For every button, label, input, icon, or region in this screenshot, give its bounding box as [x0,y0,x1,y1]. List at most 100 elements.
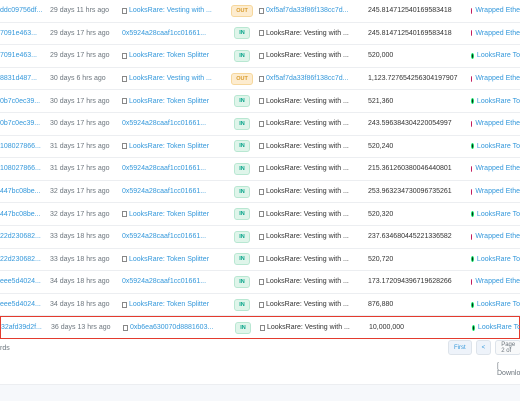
to-address-link[interactable]: LooksRare: Vesting with ... [266,278,349,285]
to-address-link[interactable]: LooksRare: Vesting with ... [266,98,349,105]
value-cell: 245.814712540169583418 [368,0,470,22]
page-indicator: Page 2 of [495,340,520,355]
age-text: 31 days 17 hrs ago [50,142,110,150]
to-address-link[interactable]: LooksRare: Vesting with ... [266,301,349,308]
download-csv-link[interactable]: [ Downlo [497,363,520,377]
token-cell: Wrapped Ethe [471,181,520,203]
value-text: 173.172094396719628266 [368,278,452,286]
looks-token-icon [471,143,474,150]
to-cell: LooksRare: Vesting with ... [259,181,364,203]
txn-hash-link[interactable]: eee5d4024... [0,278,41,285]
token-link[interactable]: Wrapped Ethe [475,188,520,195]
from-address-link[interactable]: 0x5924a28caaf1cc01661... [122,233,206,240]
token-cell: Wrapped Ethe [471,68,520,90]
txn-hash-cell: eee5d4024... [0,271,42,293]
token-link[interactable]: LooksRare To [477,301,520,308]
weth-token-icon [471,278,473,285]
age-cell: 36 days 13 hrs ago [51,317,119,338]
from-address-link[interactable]: LooksRare: Vesting with ... [129,7,212,14]
txn-hash-link[interactable]: 7091e463... [0,52,37,59]
from-address-link[interactable]: 0xb6ea630070d8881603... [130,324,213,331]
from-cell: 0x5924a28caaf1cc01661... [122,271,230,293]
table-row: 7091e463... 29 days 17 hrs ago LooksRare: … [0,45,520,68]
from-cell: LooksRare: Token Splitter [122,203,230,225]
txn-hash-cell: 22d230682... [0,249,42,271]
value-text: 243.596384304220054997 [368,120,452,128]
age-text: 29 days 17 hrs ago [50,52,110,60]
txn-hash-link[interactable]: eee5d4024... [0,301,41,308]
token-link[interactable]: LooksRare To [477,256,520,263]
contract-icon [122,98,127,105]
token-link[interactable]: LooksRare To [477,143,520,150]
to-address-link[interactable]: LooksRare: Vesting with ... [266,143,349,150]
token-link[interactable]: LooksRare To [477,211,520,218]
to-cell: LooksRare: Vesting with ... [259,249,364,271]
age-text: 32 days 17 hrs ago [50,188,110,196]
to-address-link[interactable]: LooksRare: Vesting with ... [266,165,349,172]
token-link[interactable]: LooksRare To [477,52,520,59]
txn-hash-link[interactable]: 22d230682... [0,233,41,240]
from-address-link[interactable]: LooksRare: Vesting with ... [129,75,212,82]
token-link[interactable]: Wrapped Ethe [475,75,520,82]
from-address-link[interactable]: LooksRare: Token Splitter [129,98,209,105]
from-address-link[interactable]: 0x5924a28caaf1cc01661... [122,30,206,37]
txn-hash-link[interactable]: 22d230682... [0,256,41,263]
from-address-link[interactable]: 0x5924a28caaf1cc01661... [122,188,206,195]
direction-cell: IN [230,45,254,67]
to-cell: LooksRare: Vesting with ... [259,90,364,112]
value-cell: 520,000 [368,45,470,67]
from-address-link[interactable]: 0x5924a28caaf1cc01661... [122,120,206,127]
token-link[interactable]: Wrapped Ethe [475,120,520,127]
from-address-link[interactable]: LooksRare: Token Splitter [129,301,209,308]
prev-page-button[interactable]: < [475,340,492,355]
to-address-link[interactable]: 0xf5af7da33f86f138cc7d... [266,7,349,14]
from-address-link[interactable]: 0x5924a28caaf1cc01661... [122,165,206,172]
token-link[interactable]: Wrapped Ethe [475,233,520,240]
value-cell: 1,123.727654256304197907 [368,68,470,90]
from-address-link[interactable]: LooksRare: Token Splitter [129,211,209,218]
txn-hash-link[interactable]: 108027866... [0,143,41,150]
txn-hash-link[interactable]: 32afd39d2f... [1,324,42,331]
from-address-link[interactable]: LooksRare: Token Splitter [129,256,209,263]
token-cell: Wrapped Ethe [471,158,520,180]
to-address-link[interactable]: 0xf5af7da33f86f138cc7d... [266,75,349,82]
from-address-link[interactable]: LooksRare: Token Splitter [129,52,209,59]
to-address-link[interactable]: LooksRare: Vesting with ... [266,188,349,195]
to-address-link[interactable]: LooksRare: Vesting with ... [266,256,349,263]
table-row: 32afd39d2f... 36 days 13 hrs ago 0xb6ea630… [0,316,520,339]
txn-hash-link[interactable]: 0b7c0ec39... [0,98,40,105]
direction-cell: IN [230,226,254,248]
token-link[interactable]: Wrapped Ethe [475,165,520,172]
contract-icon [259,143,264,150]
first-page-button[interactable]: First [448,340,472,355]
token-link[interactable]: Wrapped Ethe [475,30,520,37]
value-cell: 521,360 [368,90,470,112]
contract-icon [259,75,264,82]
to-address-link[interactable]: LooksRare: Vesting with ... [266,211,349,218]
token-link[interactable]: LooksRare To [478,324,520,331]
to-address-link[interactable]: LooksRare: Vesting with ... [267,324,350,331]
to-address-link[interactable]: LooksRare: Vesting with ... [266,52,349,59]
txn-hash-link[interactable]: 8831d487... [0,75,37,82]
from-address-link[interactable]: 0x5924a28caaf1cc01661... [122,278,206,285]
token-cell: LooksRare To [471,294,520,316]
to-address-link[interactable]: LooksRare: Vesting with ... [266,30,349,37]
to-cell: LooksRare: Vesting with ... [259,158,364,180]
txn-hash-link[interactable]: 108027866... [0,165,41,172]
token-link[interactable]: Wrapped Ethe [475,278,520,285]
txn-hash-link[interactable]: ddc09756df... [0,7,42,14]
to-address-link[interactable]: LooksRare: Vesting with ... [266,233,349,240]
token-cell: LooksRare To [472,317,520,338]
value-text: 253.963234730096735261 [368,188,452,196]
txn-hash-link[interactable]: 447bc08be... [0,211,40,218]
txn-hash-link[interactable]: 7091e463... [0,30,37,37]
txn-hash-link[interactable]: 447bc08be... [0,188,40,195]
from-address-link[interactable]: LooksRare: Token Splitter [129,143,209,150]
to-address-link[interactable]: LooksRare: Vesting with ... [266,120,349,127]
token-link[interactable]: Wrapped Ethe [475,7,520,14]
table-row: 447bc08be... 32 days 17 hrs ago 0x5924a28c… [0,181,520,204]
value-cell: 876,880 [368,294,470,316]
weth-token-icon [471,188,473,195]
txn-hash-link[interactable]: 0b7c0ec39... [0,120,40,127]
token-link[interactable]: LooksRare To [477,98,520,105]
